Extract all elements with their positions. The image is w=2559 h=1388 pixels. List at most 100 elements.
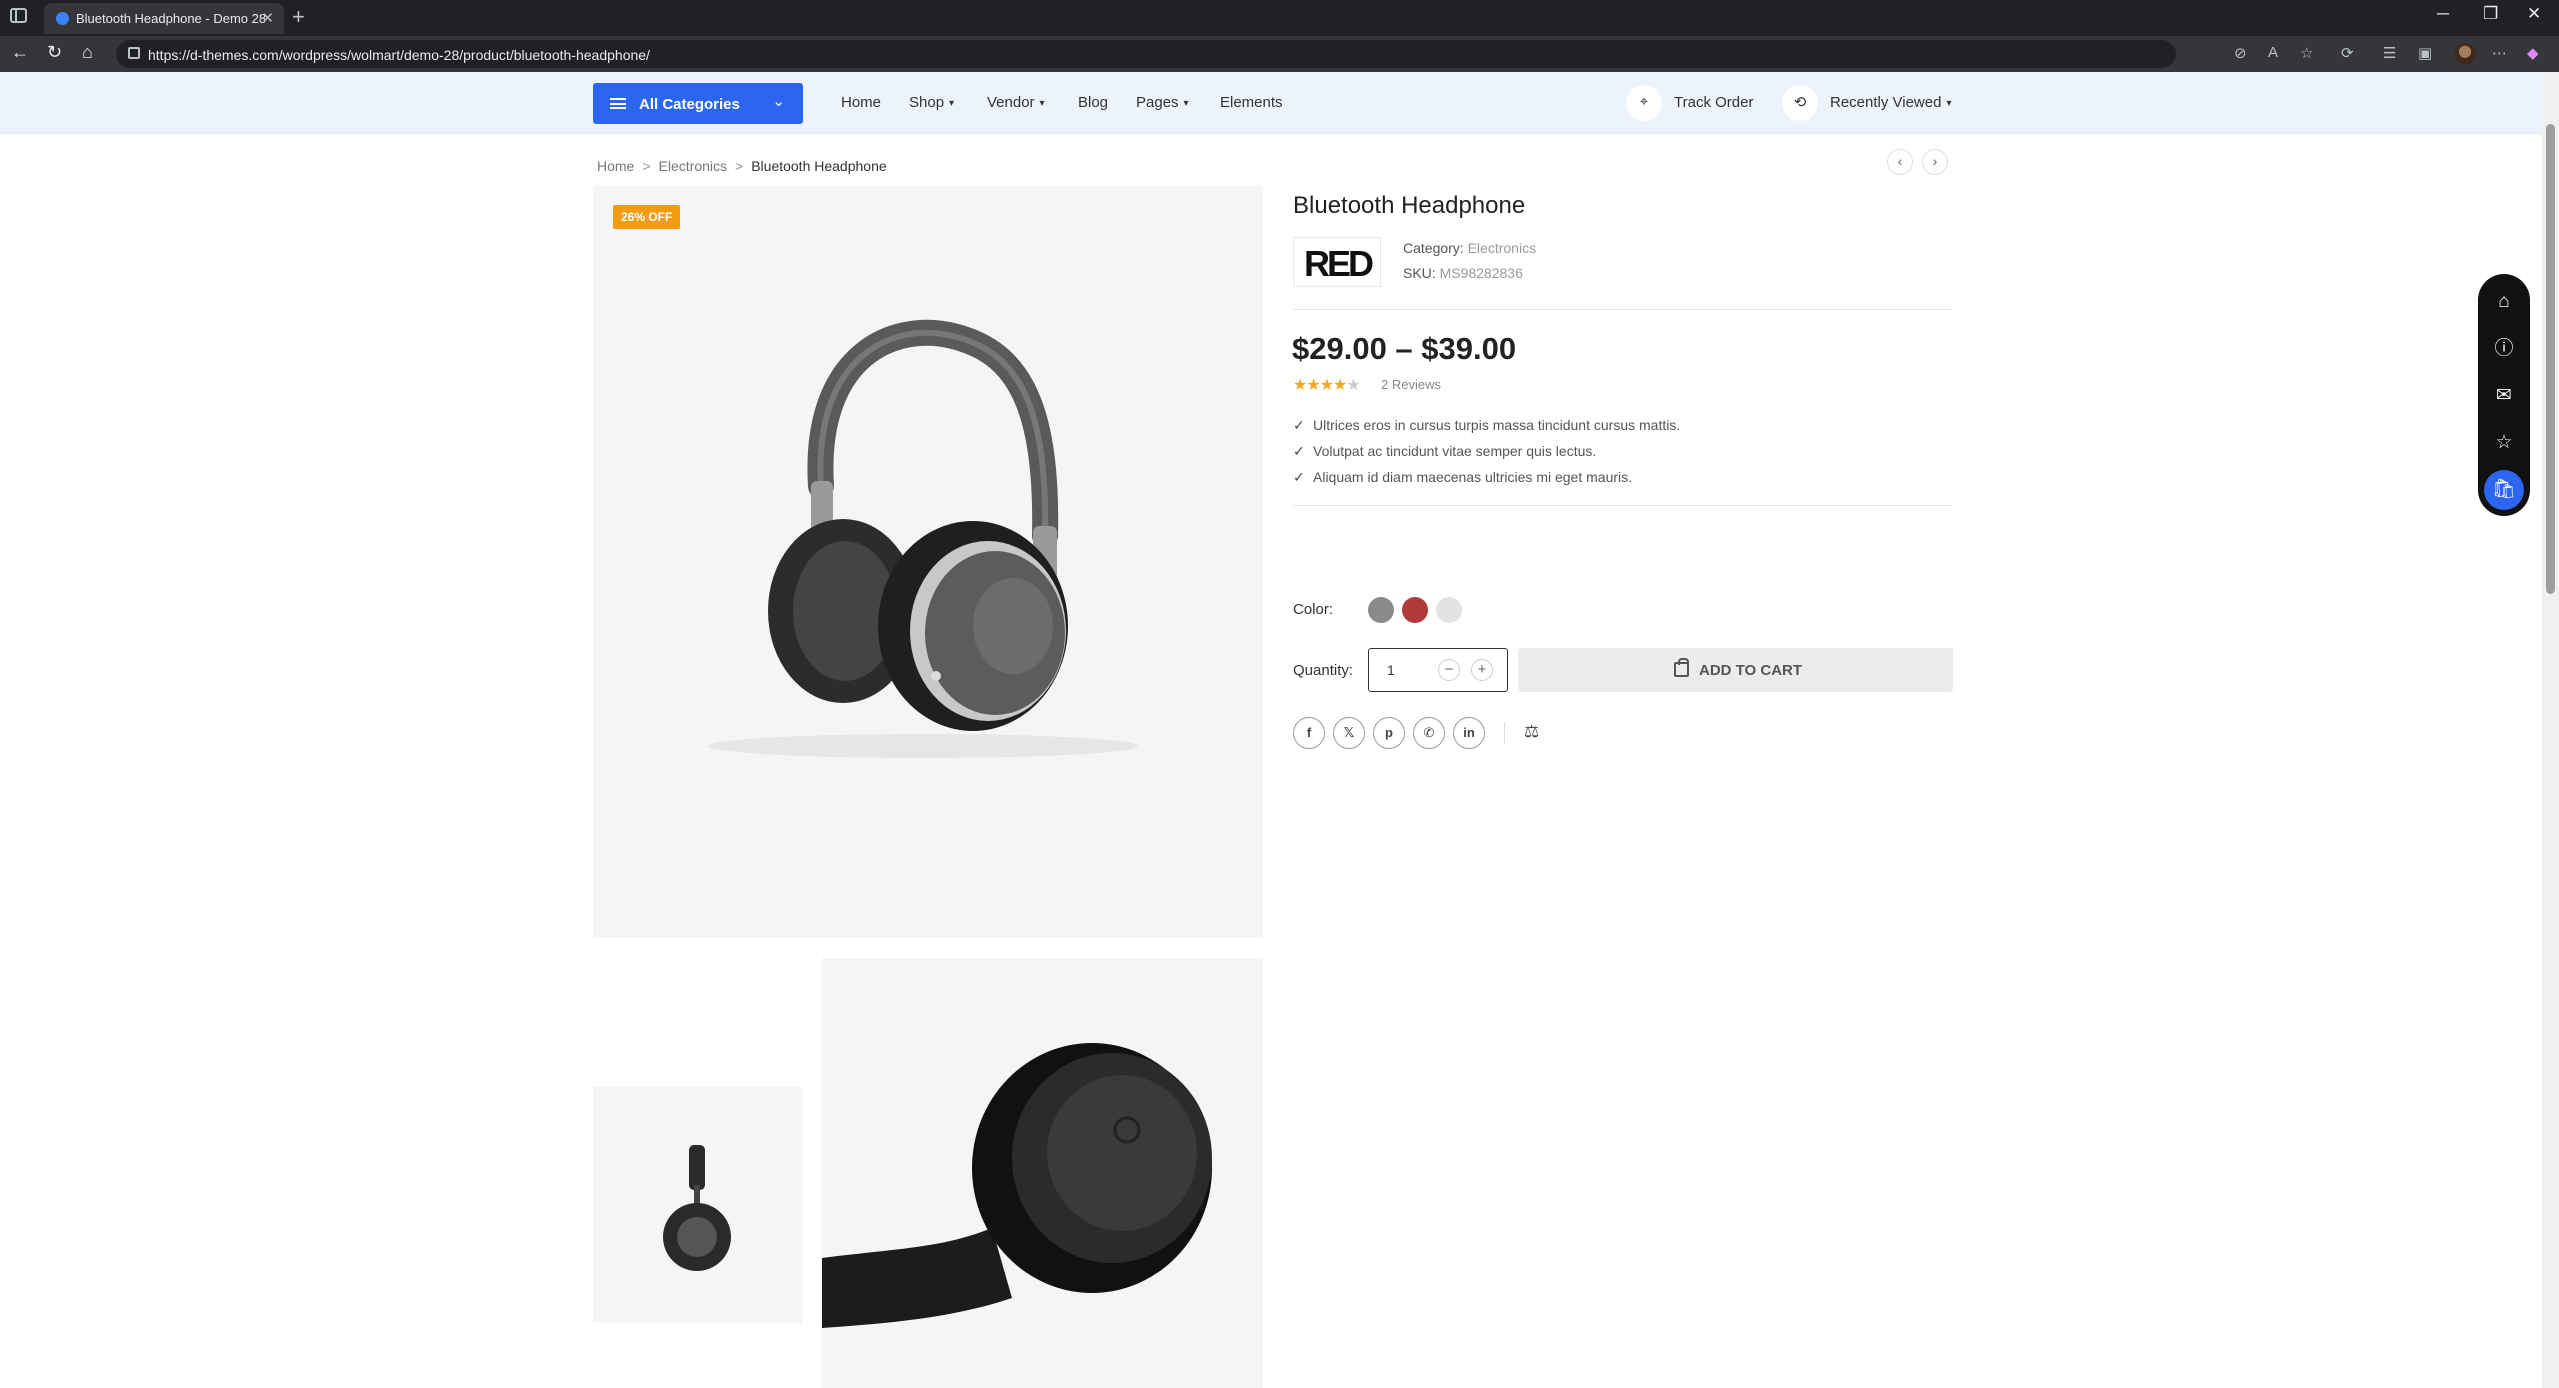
minus-icon[interactable]: − [1438, 659, 1460, 681]
plus-icon[interactable]: + [1471, 659, 1493, 681]
tab-title: Bluetooth Headphone - Demo 28 [76, 11, 267, 26]
add-to-cart-label: ADD TO CART [1699, 662, 1803, 679]
divider [1293, 309, 1953, 310]
product-title: Bluetooth Headphone [1293, 192, 1526, 219]
menu-icon [610, 98, 626, 109]
reload-icon[interactable]: ↻ [47, 42, 62, 63]
quantity-input[interactable]: 1 [1387, 662, 1395, 678]
copilot-icon[interactable]: ◆ [2527, 44, 2539, 62]
info-icon[interactable]: ⓘ [2484, 329, 2524, 369]
more-menu-icon[interactable]: ⋯ [2492, 44, 2507, 62]
browser-tab[interactable]: Bluetooth Headphone - Demo 28 ✕ [44, 3, 284, 34]
main-product-image[interactable]: 26% OFF [593, 186, 1263, 938]
divider [1504, 722, 1505, 744]
breadcrumb-home[interactable]: Home [597, 158, 634, 174]
chevron-down-icon: ▾ [1946, 98, 1952, 109]
reviews-link[interactable]: 2 Reviews [1381, 377, 1441, 392]
chevron-down-icon: ▾ [1183, 98, 1189, 109]
pinterest-icon[interactable]: p [1373, 717, 1405, 749]
restore-icon[interactable]: ❐ [2483, 4, 2498, 24]
x-icon[interactable]: 𝕏 [1333, 717, 1365, 749]
star-icon: ★ [1319, 377, 1334, 394]
store-nav-bar: All Categories ⌄ Home Shop ▾ Vendor ▾ Blog… [0, 72, 2542, 134]
new-tab-icon[interactable]: + [292, 4, 305, 30]
tab-close-icon[interactable]: ✕ [261, 9, 274, 27]
nav-elements[interactable]: Elements [1220, 94, 1283, 111]
star-icon: ★ [1346, 377, 1360, 394]
add-to-cart-button[interactable]: ADD TO CART [1518, 648, 1953, 692]
breadcrumb-current: Bluetooth Headphone [751, 158, 887, 174]
brand-logo[interactable]: RED [1293, 237, 1381, 287]
star-icon[interactable]: ☆ [2484, 423, 2524, 463]
facebook-icon[interactable]: f [1293, 717, 1325, 749]
home-icon[interactable]: ⌂ [82, 42, 93, 63]
profile-avatar[interactable] [2454, 43, 2476, 65]
next-product-icon[interactable]: › [1922, 149, 1948, 175]
browser-toolbar: ← ↻ ⌂ https://d-themes.com/wordpress/wol… [0, 36, 2559, 72]
breadcrumb-electronics[interactable]: Electronics [659, 158, 727, 174]
thumbnail-side-view[interactable] [593, 1087, 802, 1323]
collections-icon[interactable]: ▣ [2418, 44, 2432, 62]
scrollbar[interactable] [2542, 72, 2559, 1388]
feature-item: ✓ Ultrices eros in cursus turpis massa ti… [1293, 417, 1681, 433]
map-pin-icon[interactable]: ⌖ [1626, 85, 1662, 121]
tracking-icon[interactable]: ⊘ [2234, 44, 2247, 62]
nav-blog[interactable]: Blog [1078, 94, 1108, 111]
home-icon[interactable]: ⌂ [2484, 282, 2524, 322]
site-info-icon[interactable] [128, 47, 140, 59]
rating-stars: ★★★★★ [1293, 375, 1361, 395]
window-close-icon[interactable]: ✕ [2527, 4, 2541, 24]
prev-product-icon[interactable]: ‹ [1887, 149, 1913, 175]
discount-badge: 26% OFF [613, 205, 681, 229]
color-label: Color: [1293, 601, 1334, 618]
read-aloud-icon[interactable]: A [2268, 44, 2278, 61]
quantity-stepper: 1 − + [1368, 648, 1508, 692]
product-price: $29.00 – $39.00 [1292, 331, 1517, 366]
favicon-icon [56, 12, 69, 25]
chat-icon[interactable]: ✉ [2484, 376, 2524, 416]
nav-pages[interactable]: Pages ▾ [1136, 94, 1189, 111]
recently-viewed-link[interactable]: Recently Viewed ▾ [1830, 94, 1951, 111]
address-bar[interactable]: https://d-themes.com/wordpress/wolmart/d… [116, 40, 2176, 68]
back-icon[interactable]: ← [11, 42, 29, 63]
nav-vendor[interactable]: Vendor ▾ [987, 94, 1045, 111]
minimize-icon[interactable]: ─ [2437, 4, 2449, 24]
extensions-icon[interactable]: ⟳ [2341, 44, 2354, 62]
linkedin-icon[interactable]: in [1453, 717, 1485, 749]
nav-home[interactable]: Home [841, 94, 881, 111]
page-content: All Categories ⌄ Home Shop ▾ Vendor ▾ Blog… [0, 72, 2542, 1388]
check-icon: ✓ [1293, 469, 1305, 485]
bag-icon [1674, 658, 1689, 677]
quantity-label: Quantity: [1293, 662, 1354, 679]
star-icon: ★ [1306, 377, 1320, 394]
track-order-link[interactable]: Track Order [1674, 94, 1753, 111]
tab-actions-icon[interactable] [10, 8, 27, 23]
favorite-star-icon[interactable]: ☆ [2300, 44, 2313, 62]
star-icon: ★ [1333, 377, 1347, 394]
all-categories-label: All Categories [639, 96, 740, 113]
color-swatch-white[interactable] [1436, 597, 1462, 623]
compare-icon[interactable]: ⚖ [1524, 722, 1539, 742]
all-categories-button[interactable]: All Categories ⌄ [593, 83, 803, 124]
favorites-icon[interactable]: ☰ [2383, 44, 2396, 62]
history-icon[interactable]: ⟲ [1782, 85, 1818, 121]
feature-item: ✓ Volutpat ac tincidunt vitae semper quis… [1293, 443, 1597, 459]
url-text: https://d-themes.com/wordpress/wolmart/d… [148, 47, 650, 63]
thumbnail-closeup-view[interactable] [822, 958, 1263, 1388]
feature-item: ✓ Aliquam id diam maecenas ultricies mi e… [1293, 469, 1633, 485]
cart-icon[interactable]: 🛍 [2484, 470, 2524, 510]
scrollbar-thumb[interactable] [2546, 124, 2555, 594]
product-category: Category: Electronics [1403, 240, 1537, 256]
category-link[interactable]: Electronics [1468, 240, 1536, 256]
check-icon: ✓ [1293, 417, 1305, 433]
breadcrumb: Home > Electronics > Bluetooth Headphone [597, 158, 887, 174]
divider [1293, 505, 1953, 506]
nav-shop[interactable]: Shop ▾ [909, 94, 954, 111]
chevron-down-icon: ▾ [1039, 98, 1045, 109]
check-icon: ✓ [1293, 443, 1305, 459]
chevron-down-icon: ⌄ [772, 93, 785, 110]
color-swatch-red[interactable] [1402, 597, 1428, 623]
sticky-side-toolbar: ⌂ ⓘ ✉ ☆ 🛍 [2478, 274, 2530, 516]
color-swatch-gray[interactable] [1368, 597, 1394, 623]
whatsapp-icon[interactable]: ✆ [1413, 717, 1445, 749]
